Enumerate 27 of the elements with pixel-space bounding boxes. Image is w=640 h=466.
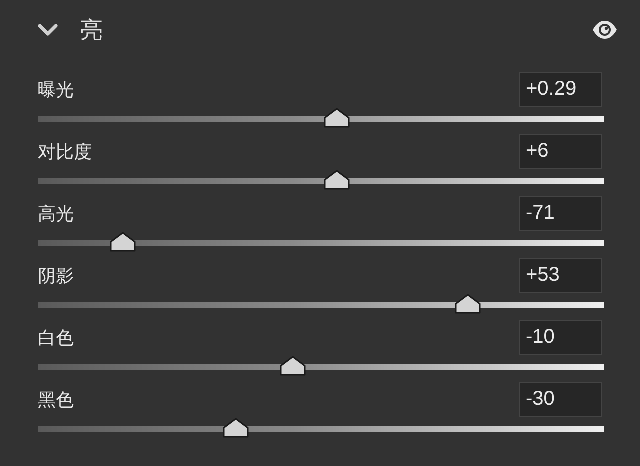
value-field[interactable]: -30 xyxy=(519,382,602,417)
slider-track[interactable] xyxy=(38,418,604,438)
value-field[interactable]: +53 xyxy=(519,258,602,293)
slider-track[interactable] xyxy=(38,294,604,314)
slider-track[interactable] xyxy=(38,108,604,128)
slider-label: 对比度 xyxy=(38,140,92,164)
slider-thumb[interactable] xyxy=(455,294,482,314)
slider-label: 阴影 xyxy=(38,264,74,288)
value-field[interactable]: +0.29 xyxy=(519,72,602,107)
slider-thumb[interactable] xyxy=(324,108,350,128)
eye-icon[interactable] xyxy=(592,21,618,39)
slider-thumb[interactable] xyxy=(223,418,250,438)
slider-label: 曝光 xyxy=(38,78,74,102)
value-field[interactable]: -10 xyxy=(519,320,602,355)
value-field[interactable]: +6 xyxy=(519,134,602,169)
chevron-icon[interactable] xyxy=(38,24,58,36)
slider-thumb[interactable] xyxy=(280,356,306,376)
section-title: 亮 xyxy=(80,16,103,46)
slider-thumb[interactable] xyxy=(324,170,350,190)
slider-label: 白色 xyxy=(38,326,74,350)
value-field[interactable]: -71 xyxy=(519,196,602,231)
slider-label: 高光 xyxy=(38,202,74,226)
slider-label: 黑色 xyxy=(38,388,74,412)
slider-thumb[interactable] xyxy=(110,232,136,252)
slider-track[interactable] xyxy=(38,170,604,190)
slider-track[interactable] xyxy=(38,356,604,376)
slider-track[interactable] xyxy=(38,232,604,252)
